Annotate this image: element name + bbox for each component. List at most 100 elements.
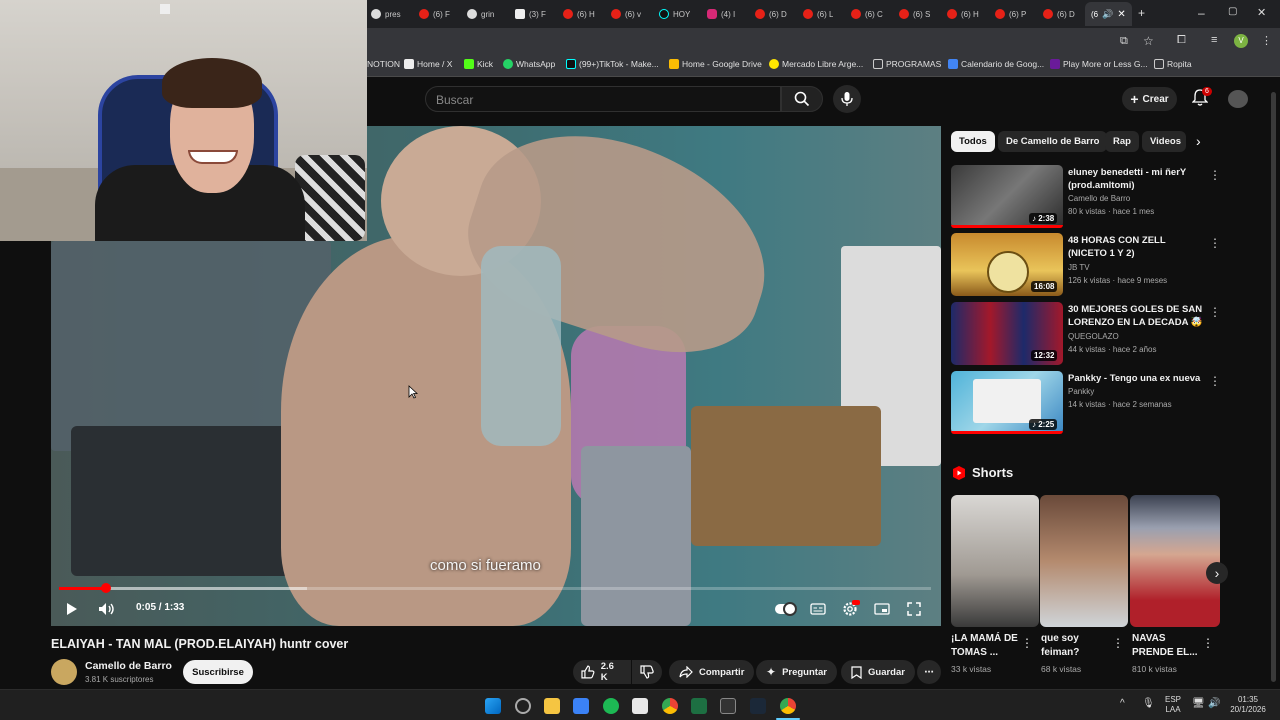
minimize-icon[interactable]: –	[1198, 6, 1205, 20]
recommendation-item[interactable]: ♪ 2:25 Pankky - Tengo una ex nueva Pankk…	[951, 371, 1221, 435]
like-button[interactable]: 2.6 K	[573, 660, 631, 684]
excel-icon[interactable]	[691, 698, 707, 714]
steam-icon[interactable]	[750, 698, 766, 714]
bookmark-item[interactable]: WhatsApp	[503, 59, 555, 69]
more-vert-icon[interactable]: ⋮	[1021, 636, 1033, 650]
more-vert-icon[interactable]: ⋮	[1112, 636, 1124, 650]
bookmark-item[interactable]: (99+)TikTok - Make...	[566, 59, 659, 69]
browser-tab[interactable]: (4) I	[707, 4, 735, 24]
channel-name[interactable]: Camello de Barro	[85, 660, 172, 672]
browser-tab[interactable]: (6) C	[851, 4, 883, 24]
bookmark-item[interactable]: Calendario de Goog...	[948, 59, 1044, 69]
bookmark-folder[interactable]: PROGRAMAS	[873, 59, 941, 69]
bookmark-folder[interactable]: Ropita	[1154, 59, 1192, 69]
tray-mic-icon[interactable]: 🎙	[1142, 699, 1155, 709]
volume-button[interactable]	[96, 598, 118, 620]
short-thumbnail[interactable]	[1130, 495, 1220, 627]
chip-videos[interactable]: Videos	[1142, 131, 1186, 152]
recommendation-channel: JB TV	[1068, 263, 1090, 272]
tray-chevron-icon[interactable]: ^	[1120, 699, 1125, 709]
close-tab-icon[interactable]: ✕	[1117, 9, 1125, 20]
bookmark-item[interactable]: NOTION	[367, 59, 400, 69]
browser-tab[interactable]: pres	[371, 4, 401, 24]
chip-channel[interactable]: De Camello de Barro	[998, 131, 1108, 152]
share-button[interactable]: Compartir	[669, 660, 755, 684]
bookmark-item[interactable]: Home - Google Drive	[669, 59, 762, 69]
miniplayer-button[interactable]	[871, 598, 893, 620]
volume-tray-icon[interactable]: 🔊	[1208, 699, 1220, 709]
chip-rap[interactable]: Rap	[1105, 131, 1139, 152]
dislike-button[interactable]	[632, 660, 662, 684]
towel-shape	[481, 246, 561, 446]
language-indicator[interactable]: ESP LAA	[1164, 695, 1182, 715]
browser-tab[interactable]: (3) F	[515, 4, 546, 24]
menu-dots-icon[interactable]: ⋮	[1261, 34, 1272, 47]
more-vert-icon[interactable]: ⋮	[1209, 236, 1221, 250]
voice-search-button[interactable]	[833, 85, 861, 113]
more-actions-button[interactable]: ⋯	[917, 660, 941, 684]
browser-tab[interactable]: (6) P	[995, 4, 1026, 24]
new-tab-icon[interactable]: +	[1138, 6, 1145, 20]
browser-tab[interactable]: (6) H	[947, 4, 979, 24]
task-view-icon[interactable]	[515, 698, 531, 714]
chrome-active-icon[interactable]	[780, 698, 796, 714]
cast-icon[interactable]: ⧉	[1120, 35, 1128, 48]
autoplay-toggle[interactable]	[774, 598, 798, 620]
system-clock[interactable]: 01:35 20/1/2026	[1228, 695, 1268, 715]
short-thumbnail[interactable]	[1040, 495, 1128, 627]
media-control-icon[interactable]: ≡	[1211, 34, 1217, 46]
more-vert-icon[interactable]: ⋮	[1209, 305, 1221, 319]
browser-tab[interactable]: (6) L	[803, 4, 833, 24]
channel-avatar[interactable]	[51, 659, 77, 685]
windows-start-icon[interactable]	[485, 698, 501, 714]
settings-button[interactable]	[839, 598, 861, 620]
bookmark-star-icon[interactable]: ☆	[1143, 34, 1154, 48]
shorts-next-chevron-icon[interactable]: ›	[1206, 562, 1228, 584]
account-avatar[interactable]	[1228, 90, 1248, 108]
store-icon[interactable]	[573, 698, 589, 714]
browser-tab-active[interactable]: (6 🔊 ✕	[1085, 2, 1132, 26]
extensions-icon[interactable]: ⧠	[1177, 34, 1186, 47]
recommendation-item[interactable]: ♪ 2:38 eluney benedetti - mi ñerY (prod.…	[951, 165, 1221, 229]
capcut-icon[interactable]	[632, 698, 648, 714]
chip-all[interactable]: Todos	[951, 131, 995, 152]
epic-games-icon[interactable]	[720, 698, 736, 714]
chrome-icon[interactable]	[662, 698, 678, 714]
more-vert-icon[interactable]: ⋮	[1209, 168, 1221, 182]
spotify-icon[interactable]	[603, 698, 619, 714]
subscribe-button[interactable]: Suscribirse	[183, 660, 253, 684]
browser-tab[interactable]: (6) H	[563, 4, 595, 24]
chevron-right-icon[interactable]: ›	[1196, 133, 1201, 149]
browser-tab[interactable]: grin	[467, 4, 494, 24]
create-button[interactable]: + Crear	[1122, 87, 1177, 111]
close-window-icon[interactable]: ✕	[1257, 6, 1266, 19]
bookmark-item[interactable]: Kick	[464, 59, 493, 69]
search-input[interactable]: Buscar	[425, 86, 781, 112]
ask-button[interactable]: ✦ Preguntar	[756, 660, 837, 684]
subtitles-button[interactable]	[807, 598, 829, 620]
bookmark-item[interactable]: Play More or Less G...	[1050, 59, 1148, 69]
browser-tab[interactable]: (6) v	[611, 4, 641, 24]
recommendation-item[interactable]: 12:32 30 MEJORES GOLES DE SAN LORENZO EN…	[951, 302, 1221, 366]
browser-tab[interactable]: HOY	[659, 4, 690, 24]
browser-tab[interactable]: (6) D	[1043, 4, 1075, 24]
browser-tab[interactable]: (6) D	[755, 4, 787, 24]
bookmark-item[interactable]: Mercado Libre Arge...	[769, 59, 863, 69]
maximize-icon[interactable]: ▢	[1228, 6, 1237, 17]
short-thumbnail[interactable]	[951, 495, 1039, 627]
network-icon[interactable]: 🖥	[1192, 699, 1205, 709]
recommendation-item[interactable]: 16:08 48 HORAS CON ZELL (NICETO 1 Y 2) J…	[951, 233, 1221, 297]
play-button[interactable]	[61, 598, 83, 620]
fullscreen-button[interactable]	[903, 598, 925, 620]
file-explorer-icon[interactable]	[544, 698, 560, 714]
page-scrollbar[interactable]	[1271, 92, 1276, 682]
browser-tab[interactable]: (6) S	[899, 4, 930, 24]
more-vert-icon[interactable]: ⋮	[1209, 374, 1221, 388]
progress-scrubber-handle[interactable]	[101, 583, 111, 593]
profile-avatar[interactable]: V	[1234, 34, 1248, 48]
save-button[interactable]: Guardar	[841, 660, 915, 684]
search-button[interactable]	[781, 86, 823, 112]
more-vert-icon[interactable]: ⋮	[1202, 636, 1214, 650]
bookmark-item[interactable]: Home / X	[404, 59, 452, 69]
browser-tab[interactable]: (6) F	[419, 4, 450, 24]
